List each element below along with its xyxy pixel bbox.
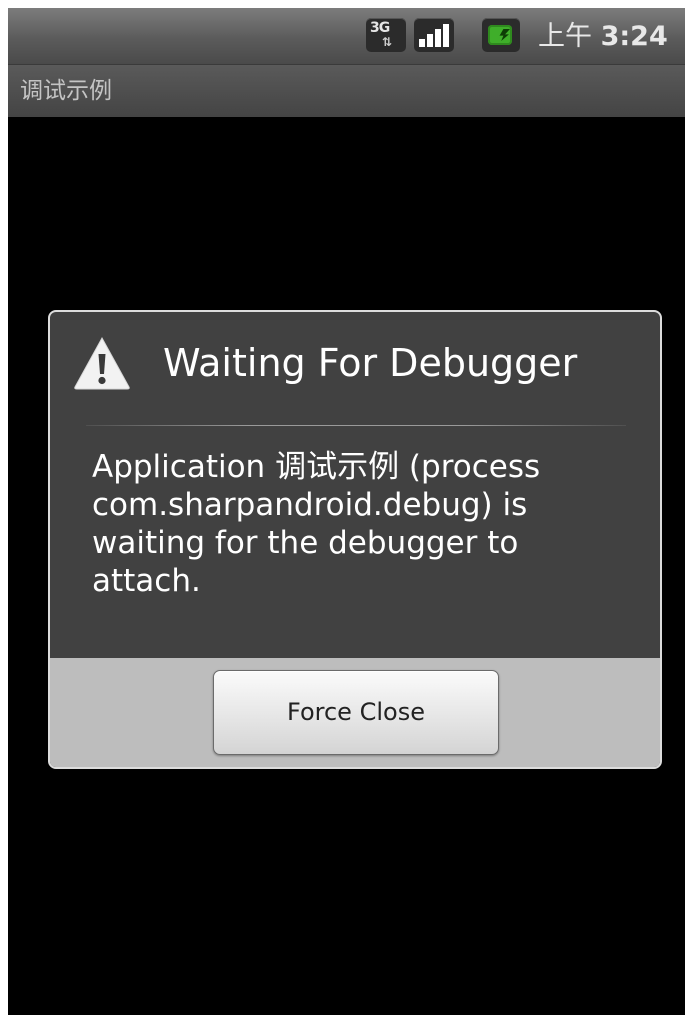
battery-body <box>488 25 512 45</box>
clock-ampm: 上午 <box>538 21 592 52</box>
dialog-header: Waiting For Debugger <box>50 312 660 430</box>
status-clock: 上午 3:24 <box>538 20 668 54</box>
debugger-dialog: Waiting For Debugger Application 调试示例 (p… <box>48 310 662 769</box>
dialog-message: Application 调试示例 (process com.sharpandro… <box>92 449 541 599</box>
status-bar: 3G ⇅ 上午 3:24 <box>8 8 685 65</box>
app-title: 调试示例 <box>20 78 112 104</box>
force-close-button[interactable]: Force Close <box>213 670 499 755</box>
signal-bar <box>427 34 433 47</box>
clock-time: 3:24 <box>600 21 668 52</box>
phone-screen: 3G ⇅ 上午 3:24 调试示例 Waiting For Debugger A… <box>8 8 685 1015</box>
dialog-button-bar: Force Close <box>50 658 660 767</box>
signal-bar <box>443 24 449 47</box>
network-type-label: 3G <box>370 20 390 36</box>
signal-strength-icon <box>414 18 454 52</box>
signal-bar <box>419 39 425 47</box>
signal-bar <box>435 29 441 47</box>
app-title-bar: 调试示例 <box>8 65 685 117</box>
data-activity-arrows: ⇅ <box>382 35 393 49</box>
charging-bolt-icon <box>499 29 510 41</box>
dialog-title: Waiting For Debugger <box>163 341 578 385</box>
3g-data-icon: 3G ⇅ <box>366 18 406 52</box>
warning-icon <box>74 336 130 390</box>
battery-charging-icon <box>482 18 520 52</box>
title-divider <box>86 425 626 426</box>
